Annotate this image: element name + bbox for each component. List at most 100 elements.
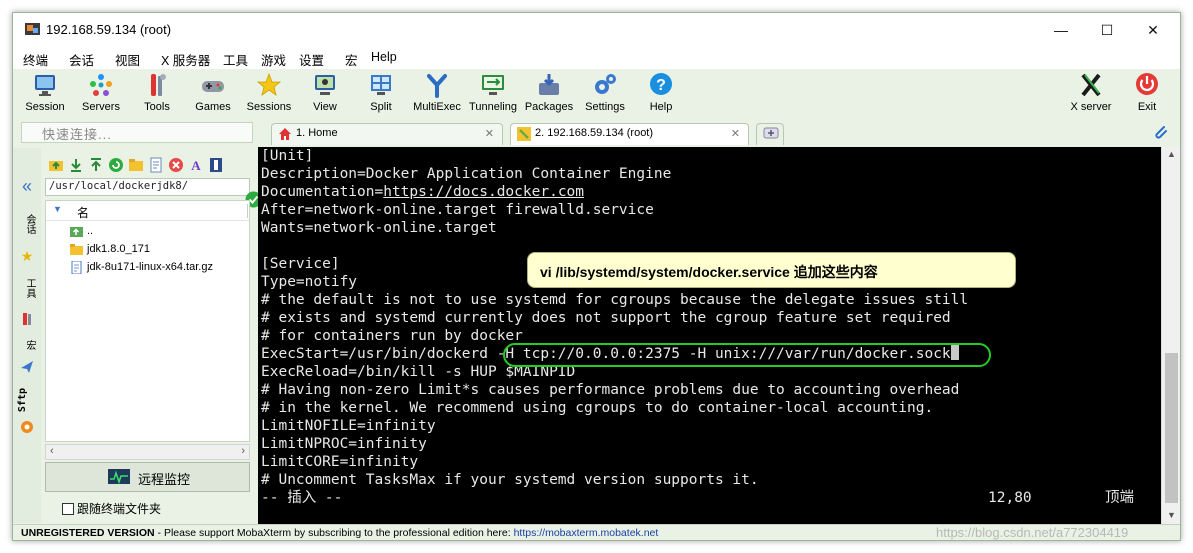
view-button[interactable]: View [297, 69, 353, 121]
column-name-header[interactable]: 名 [77, 204, 89, 221]
multiexec-icon [427, 74, 447, 98]
file-name: jdk1.8.0_171 [87, 243, 150, 255]
file-list-hscrollbar[interactable]: ‹ › [45, 444, 250, 460]
packages-icon [539, 74, 559, 95]
new-file-icon[interactable] [148, 157, 164, 173]
collapse-chevron-icon[interactable]: « [17, 176, 37, 197]
packages-button[interactable]: Packages [521, 69, 577, 121]
terminal-line: # the default is not to use systemd for … [261, 292, 969, 308]
upload-icon[interactable] [88, 157, 104, 173]
menu-view[interactable]: 视图 [115, 50, 140, 69]
doc-key: Documentation= [261, 184, 384, 200]
strip-tools-tab[interactable]: 工具 [17, 278, 37, 298]
terminal-line: [Service] [261, 256, 340, 272]
vim-mode-indicator: -- 插入 -- [261, 490, 343, 506]
sftp-path-input[interactable]: /usr/local/dockerjdk8/ [45, 178, 250, 196]
follow-terminal-checkbox[interactable]: 跟随终端文件夹 [62, 500, 161, 517]
maximize-button[interactable]: ☐ [1084, 13, 1130, 47]
help-button[interactable]: ? Help [633, 69, 689, 121]
quick-connect-input[interactable]: 快速连接... [21, 122, 253, 143]
doc-link[interactable]: https://docs.docker.com [383, 184, 584, 200]
terminal-line: Description=Docker Application Container… [261, 166, 672, 182]
terminal-view[interactable]: [Unit] Description=Docker Application Co… [258, 147, 1161, 524]
menu-terminal[interactable]: 终端 [23, 50, 48, 69]
sftp-file-list: ▼ 名 .. jdk1.8.0_171 jdk-8u171-linux-x64.… [45, 200, 250, 442]
gear-icon [595, 74, 616, 94]
close-button[interactable]: ✕ [1130, 13, 1176, 47]
remote-monitor-label: 远程监控 [138, 472, 191, 487]
packages-label: Packages [524, 101, 574, 113]
strip-macros-tab[interactable]: 宏 [17, 340, 37, 350]
settings-button[interactable]: Settings [577, 69, 633, 121]
scrollbar-thumb[interactable] [1165, 353, 1178, 503]
svg-text:A: A [191, 158, 201, 173]
go-up-folder-icon[interactable] [48, 157, 64, 173]
terminal-vscrollbar[interactable]: ▲ ▼ [1161, 147, 1180, 524]
sessions-label: Sessions [246, 101, 292, 113]
games-button[interactable]: Games [185, 69, 241, 121]
tab-ssh-session[interactable]: 2. 192.168.59.134 (root) ✕ [510, 123, 749, 145]
close-icon[interactable]: ✕ [485, 127, 494, 140]
sftp-icon[interactable] [17, 420, 37, 437]
follow-terminal-label: 跟随终端文件夹 [77, 502, 162, 516]
menu-tools[interactable]: 工具 [223, 50, 248, 69]
terminal-line: After=network-online.target firewalld.se… [261, 202, 654, 218]
view-icon [315, 75, 335, 95]
servers-button[interactable]: Servers [73, 69, 129, 121]
sessions-button[interactable]: Sessions [241, 69, 297, 121]
tunneling-label: Tunneling [469, 101, 517, 113]
tab-home[interactable]: 1. Home ✕ [271, 123, 503, 145]
menu-xserver[interactable]: X 服务器 [161, 50, 210, 69]
sftp-toolbar: A [42, 154, 253, 176]
terminal-line: # exists and systemd currently does not … [261, 310, 951, 326]
attach-icon[interactable] [1151, 123, 1169, 141]
session-button[interactable]: Session [17, 69, 73, 121]
download-icon[interactable] [68, 157, 84, 173]
exit-label: Exit [1137, 101, 1157, 113]
tunneling-button[interactable]: Tunneling [465, 69, 521, 121]
column-divider[interactable] [247, 204, 248, 218]
menu-bar: 终端 会话 视图 X 服务器 工具 游戏 设置 宏 Help [13, 47, 1180, 69]
minimize-button[interactable]: — [1038, 13, 1084, 47]
rename-icon[interactable]: A [188, 157, 204, 173]
sort-arrow-icon[interactable]: ▼ [53, 204, 62, 214]
new-tab-button[interactable] [756, 123, 784, 145]
refresh-icon[interactable] [108, 157, 124, 173]
strip-sessions-tab[interactable]: 会话 [17, 214, 37, 234]
split-button[interactable]: Split [353, 69, 409, 121]
view-label: View [313, 101, 337, 113]
scroll-left-icon[interactable]: ‹ [50, 445, 54, 457]
menu-sessions[interactable]: 会话 [69, 50, 94, 69]
folder-icon [70, 244, 83, 255]
exit-button[interactable]: Exit [1119, 69, 1175, 121]
tab-ssh-label: 2. 192.168.59.134 (root) [535, 127, 654, 139]
menu-settings[interactable]: 设置 [299, 50, 324, 69]
scroll-right-icon[interactable]: › [241, 445, 245, 457]
subscribe-link[interactable]: https://mobaxterm.mobatek.net [514, 527, 659, 539]
delete-icon[interactable] [168, 157, 184, 173]
xserver-button[interactable]: X server [1063, 69, 1119, 121]
tools-button[interactable]: Tools [129, 69, 185, 121]
scroll-down-icon[interactable]: ▼ [1167, 510, 1176, 520]
scroll-up-icon[interactable]: ▲ [1167, 149, 1176, 159]
menu-macros[interactable]: 宏 [345, 50, 358, 69]
send-icon[interactable] [17, 360, 37, 377]
tools-icon[interactable] [17, 312, 37, 329]
new-folder-icon[interactable] [128, 157, 144, 173]
power-icon [1136, 73, 1158, 95]
tab-home-label: 1. Home [296, 127, 338, 139]
checkbox-box[interactable] [62, 503, 74, 515]
strip-sftp-tab[interactable]: Sftp [17, 388, 37, 412]
parent-folder-icon [70, 227, 83, 237]
terminal-line: LimitNPROC=infinity [261, 436, 427, 452]
menu-help[interactable]: Help [371, 50, 397, 64]
terminal-line: # in the kernel. We recommend using cgro… [261, 400, 934, 416]
remote-monitor-button[interactable]: 远程监控 [45, 462, 250, 492]
menu-games[interactable]: 游戏 [261, 50, 286, 69]
close-icon[interactable]: ✕ [731, 127, 740, 140]
permissions-icon[interactable] [208, 157, 224, 173]
terminal-line: # for containers run by docker [261, 328, 523, 344]
new-tab-icon [763, 127, 779, 139]
multiexec-button[interactable]: MultiExec [409, 69, 465, 121]
star-icon[interactable]: ★ [17, 248, 37, 265]
